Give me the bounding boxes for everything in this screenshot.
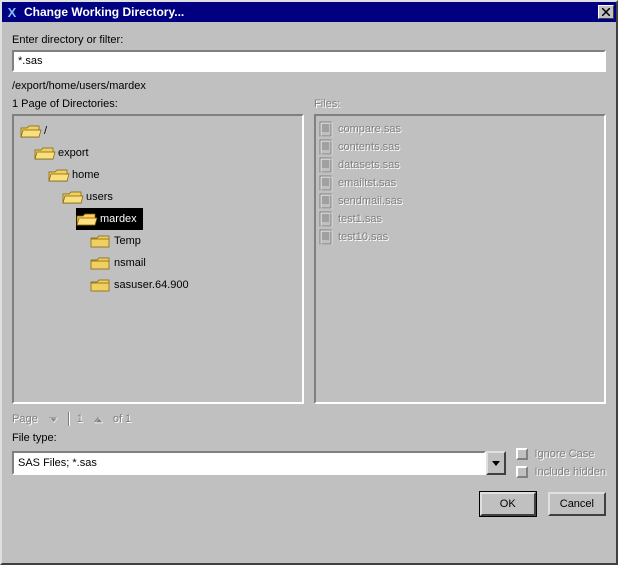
tree-item[interactable]: users: [62, 186, 300, 208]
file-item-label: compare.sas: [338, 123, 401, 135]
tree-item[interactable]: mardex: [76, 208, 143, 230]
file-item-label: test10.sas: [338, 231, 388, 243]
filter-input[interactable]: [12, 50, 606, 72]
close-icon: [602, 8, 610, 16]
directories-header: 1 Page of Directories:: [12, 98, 304, 110]
file-list[interactable]: compare.sas contents.sas datasets.sas email…: [314, 114, 606, 404]
file-item[interactable]: test10.sas: [318, 228, 602, 246]
filetype-label: File type:: [12, 432, 606, 444]
folder-open-icon: [20, 124, 40, 139]
files-header: Files:: [314, 98, 606, 110]
window-title: Change Working Directory...: [24, 5, 598, 19]
titlebar: X Change Working Directory...: [2, 2, 616, 22]
folder-open-icon: [76, 212, 96, 227]
pager-of-label: of 1: [113, 413, 131, 425]
file-item-label: sendmail.sas: [338, 195, 402, 207]
tree-item-label: mardex: [100, 213, 137, 225]
dialog-content: Enter directory or filter: /export/home/…: [2, 22, 616, 524]
filetype-dropdown-button[interactable]: [486, 451, 506, 475]
pager-page-label: Page: [12, 413, 38, 425]
filter-label: Enter directory or filter:: [12, 34, 606, 46]
include-hidden-label: Include hidden: [534, 466, 606, 478]
directory-tree[interactable]: / export home users mardex Temp nsmail sasuser.…: [12, 114, 304, 404]
pager-up-icon[interactable]: [91, 412, 105, 426]
file-item[interactable]: compare.sas: [318, 120, 602, 138]
file-icon: [318, 139, 334, 155]
tree-item-label: /: [44, 125, 47, 137]
pager-page-num: 1: [77, 413, 83, 425]
file-item[interactable]: datasets.sas: [318, 156, 602, 174]
tree-item-label: Temp: [114, 235, 141, 247]
folder-open-icon: [48, 168, 68, 183]
file-item-label: test1.sas: [338, 213, 382, 225]
tree-item[interactable]: /: [20, 120, 300, 142]
filetype-input[interactable]: [12, 451, 486, 475]
include-hidden-checkbox[interactable]: Include hidden: [516, 466, 606, 478]
pager-down-icon[interactable]: [46, 412, 60, 426]
cancel-button[interactable]: Cancel: [548, 492, 606, 516]
file-item[interactable]: sendmail.sas: [318, 192, 602, 210]
app-icon: X: [4, 4, 20, 20]
folder-icon: [90, 234, 110, 249]
folder-icon: [90, 278, 110, 293]
tree-item-label: users: [86, 191, 113, 203]
tree-item[interactable]: home: [48, 164, 300, 186]
file-item-label: contents.sas: [338, 141, 400, 153]
filetype-combo[interactable]: [12, 451, 506, 475]
file-item[interactable]: contents.sas: [318, 138, 602, 156]
folder-icon: [90, 256, 110, 271]
file-item-label: emailtst.sas: [338, 177, 396, 189]
file-icon: [318, 229, 334, 245]
pager-divider: [68, 412, 69, 426]
file-icon: [318, 175, 334, 191]
checkbox-icon: [516, 466, 528, 478]
chevron-down-icon: [491, 458, 501, 468]
file-icon: [318, 121, 334, 137]
folder-open-icon: [62, 190, 82, 205]
ignore-case-label: Ignore Case: [534, 448, 594, 460]
tree-item-label: sasuser.64.900: [114, 279, 189, 291]
folder-open-icon: [34, 146, 54, 161]
file-item[interactable]: test1.sas: [318, 210, 602, 228]
file-item[interactable]: emailtst.sas: [318, 174, 602, 192]
ignore-case-checkbox[interactable]: Ignore Case: [516, 448, 606, 460]
pager: Page 1 of 1: [12, 412, 606, 426]
dialog-window: X Change Working Directory... Enter dire…: [0, 0, 618, 565]
file-icon: [318, 157, 334, 173]
tree-item-label: home: [72, 169, 100, 181]
tree-item[interactable]: export: [34, 142, 300, 164]
close-button[interactable]: [598, 5, 614, 19]
tree-item[interactable]: sasuser.64.900: [90, 274, 300, 296]
current-path: /export/home/users/mardex: [12, 80, 606, 92]
ok-button[interactable]: OK: [480, 492, 536, 516]
file-item-label: datasets.sas: [338, 159, 400, 171]
tree-item-label: export: [58, 147, 89, 159]
file-icon: [318, 211, 334, 227]
tree-item[interactable]: nsmail: [90, 252, 300, 274]
tree-item[interactable]: Temp: [90, 230, 300, 252]
file-icon: [318, 193, 334, 209]
tree-item-label: nsmail: [114, 257, 146, 269]
checkbox-icon: [516, 448, 528, 460]
